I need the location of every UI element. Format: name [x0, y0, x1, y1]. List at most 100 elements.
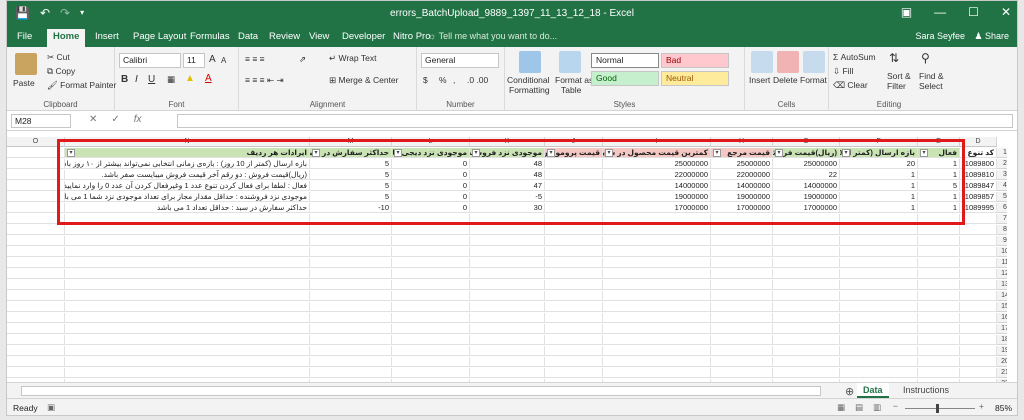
clear-button[interactable]: ⌫ Clear	[833, 80, 868, 91]
hdr-shipping-range[interactable]: ▾بازه ارسال (کمتر از 10	[840, 148, 918, 158]
cell-o1[interactable]	[7, 148, 65, 158]
row-header[interactable]: 14	[997, 291, 1007, 301]
minimize-button[interactable]: —	[934, 5, 946, 19]
empty-cell[interactable]	[711, 324, 773, 334]
hdr-sell-price[interactable]: ▾ (ریال)قیمت فروش	[773, 148, 840, 158]
cell-ref-price[interactable]: 19000000	[711, 192, 773, 202]
cell-max-order[interactable]: 5	[310, 170, 392, 180]
cell-max-order[interactable]: -10	[310, 203, 392, 213]
page-break-view-icon[interactable]: ▥	[873, 402, 881, 413]
hdr-variant-code[interactable]: کد تنوع	[960, 148, 997, 158]
conditional-formatting-button[interactable]: Conditional	[507, 75, 550, 85]
empty-cell[interactable]	[310, 214, 392, 224]
empty-cell[interactable]	[918, 225, 960, 235]
col-header-o[interactable]: O	[7, 137, 65, 147]
empty-cell[interactable]	[470, 324, 545, 334]
empty-cell[interactable]	[310, 280, 392, 290]
cell-active[interactable]: 1	[918, 192, 960, 202]
empty-cell[interactable]	[960, 269, 997, 279]
worksheet-grid[interactable]: O N M L K J I H G F E D ▾ ایرادات هر ردیف…	[7, 137, 1007, 382]
row-header[interactable]: 1	[997, 148, 1007, 158]
tab-home[interactable]: Home	[47, 29, 86, 47]
empty-cell[interactable]	[918, 302, 960, 312]
page-layout-view-icon[interactable]: ▤	[855, 402, 863, 413]
empty-cell[interactable]	[918, 346, 960, 356]
sheet-tab-data[interactable]: Data	[857, 383, 889, 398]
empty-cell[interactable]	[470, 225, 545, 235]
col-header-n[interactable]: N	[65, 137, 310, 147]
cell-sell-price[interactable]: 25000000	[773, 159, 840, 169]
empty-cell[interactable]	[840, 236, 918, 246]
currency-button[interactable]: $	[423, 75, 428, 85]
name-box[interactable]: M28	[11, 114, 71, 128]
row-header[interactable]: 7	[997, 214, 1007, 224]
share-button[interactable]: ♟ Share	[974, 31, 1009, 42]
cell-ref-price[interactable]: 17000000	[711, 203, 773, 213]
empty-cell[interactable]	[470, 247, 545, 257]
empty-cell[interactable]	[545, 313, 603, 323]
cell-ref-price[interactable]: 14000000	[711, 181, 773, 191]
cell-error[interactable]: حداکثر سفارش در سبد : حداقل تعداد 1 می ب…	[65, 203, 310, 213]
row-header[interactable]: 9	[997, 236, 1007, 246]
empty-cell[interactable]	[392, 236, 470, 246]
empty-cell[interactable]	[918, 335, 960, 345]
col-header-k[interactable]: K	[470, 137, 545, 147]
empty-cell[interactable]	[918, 269, 960, 279]
empty-cell[interactable]	[545, 214, 603, 224]
empty-cell[interactable]	[603, 313, 711, 323]
empty-cell[interactable]	[603, 357, 711, 367]
cell-shipping[interactable]: 1	[840, 192, 918, 202]
empty-cell[interactable]	[7, 324, 65, 334]
empty-cell[interactable]	[65, 313, 310, 323]
format-as-table-button[interactable]: Format as	[555, 75, 593, 85]
row-header[interactable]: 11	[997, 258, 1007, 268]
empty-cell[interactable]	[545, 269, 603, 279]
tab-insert[interactable]: Insert	[95, 31, 119, 42]
row-header[interactable]: 4	[997, 181, 1007, 191]
sort-filter-icon[interactable]: ⇅	[889, 51, 899, 65]
tab-nitro-pro[interactable]: Nitro Pro	[393, 31, 430, 42]
cell-promo[interactable]	[545, 192, 603, 202]
empty-cell[interactable]	[773, 236, 840, 246]
row-header[interactable]: 3	[997, 170, 1007, 180]
cell-max-order[interactable]: 5	[310, 181, 392, 191]
empty-cell[interactable]	[392, 346, 470, 356]
empty-cell[interactable]	[7, 236, 65, 246]
empty-cell[interactable]	[392, 225, 470, 235]
empty-cell[interactable]	[603, 346, 711, 356]
row-header[interactable]: 17	[997, 324, 1007, 334]
empty-cell[interactable]	[310, 302, 392, 312]
bold-button[interactable]: B	[121, 74, 128, 85]
normal-view-icon[interactable]: ▦	[837, 402, 845, 413]
empty-cell[interactable]	[392, 302, 470, 312]
empty-cell[interactable]	[392, 214, 470, 224]
cell-stock-seller[interactable]: -5	[470, 192, 545, 202]
empty-cell[interactable]	[960, 368, 997, 378]
empty-cell[interactable]	[840, 291, 918, 301]
empty-cell[interactable]	[65, 280, 310, 290]
delete-cells-icon[interactable]	[777, 51, 799, 73]
col-header-g[interactable]: G	[773, 137, 840, 147]
empty-cell[interactable]	[840, 335, 918, 345]
cell-promo[interactable]	[545, 181, 603, 191]
cell-error[interactable]: بازه ارسال (کمتر از 10 روز) : بازه‌ی زما…	[65, 159, 310, 169]
format-cells-icon[interactable]	[803, 51, 825, 73]
empty-cell[interactable]	[470, 313, 545, 323]
filter-dropdown-icon[interactable]: ▾	[547, 149, 555, 157]
cell-stock-digikala[interactable]: 0	[392, 203, 470, 213]
empty-cell[interactable]	[392, 368, 470, 378]
row-header[interactable]: 10	[997, 247, 1007, 257]
fx-icon[interactable]: fx	[134, 114, 142, 125]
hdr-max-order[interactable]: ▾ حداکثر سفارش در سبد	[310, 148, 392, 158]
empty-cell[interactable]	[711, 236, 773, 246]
empty-cell[interactable]	[7, 225, 65, 235]
cell-sell-price[interactable]: 14000000	[773, 181, 840, 191]
empty-cell[interactable]	[392, 313, 470, 323]
align-left-icon[interactable]: ≡ ≡ ≡ ⇤ ⇥	[245, 75, 284, 86]
fill-button[interactable]: ⇩ Fill	[833, 66, 853, 77]
empty-cell[interactable]	[545, 280, 603, 290]
empty-cell[interactable]	[918, 357, 960, 367]
empty-cell[interactable]	[470, 214, 545, 224]
empty-cell[interactable]	[310, 247, 392, 257]
style-neutral[interactable]: Neutral	[661, 71, 729, 86]
